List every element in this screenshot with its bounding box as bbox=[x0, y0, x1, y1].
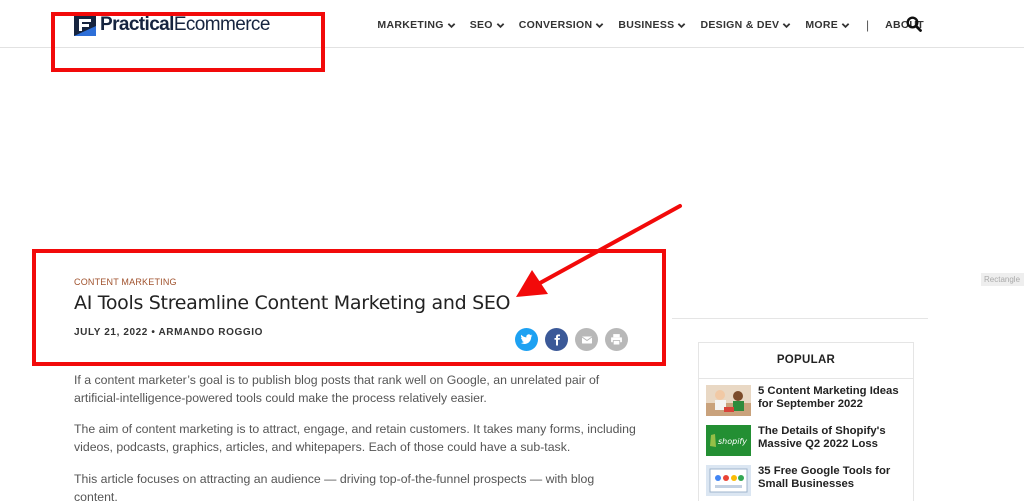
nav-marketing[interactable]: MARKETING bbox=[377, 19, 455, 31]
content-divider bbox=[672, 318, 928, 319]
sidebar-title: POPULAR bbox=[776, 354, 836, 366]
shopify-thumbnail-text: shopify bbox=[718, 437, 747, 446]
chevron-down-icon bbox=[783, 22, 791, 28]
thumbnail-image bbox=[706, 385, 751, 416]
search-icon[interactable] bbox=[906, 16, 922, 32]
main-nav: MARKETING SEO CONVERSION BUSINESS DESIGN… bbox=[377, 18, 924, 32]
chevron-down-icon bbox=[678, 22, 686, 28]
nav-design-dev[interactable]: DESIGN & DEV bbox=[700, 19, 791, 31]
nav-business[interactable]: BUSINESS bbox=[618, 19, 686, 31]
article-paragraph: If a content marketer’s goal is to publi… bbox=[74, 373, 600, 405]
article-paragraph: This article focuses on attracting an au… bbox=[74, 472, 595, 501]
chevron-down-icon bbox=[841, 22, 850, 28]
popular-item-title: 35 Free Google Tools for Small Businesse… bbox=[758, 465, 891, 490]
shopify-thumbnail-image: shopify bbox=[706, 425, 751, 456]
nav-seo[interactable]: SEO bbox=[470, 19, 505, 31]
annotation-box-title bbox=[32, 249, 666, 366]
popular-item[interactable]: 5 Content Marketing Ideas for September … bbox=[706, 385, 912, 419]
popular-item-title: 5 Content Marketing Ideas for September … bbox=[758, 385, 899, 410]
popular-item-title: The Details of Shopify's Massive Q2 2022… bbox=[758, 425, 886, 450]
sidebar-divider bbox=[699, 378, 913, 379]
chevron-down-icon bbox=[447, 22, 455, 28]
thumbnail-image bbox=[706, 465, 751, 496]
popular-sidebar: POPULAR 5 Content Marketing Ideas for Se… bbox=[698, 342, 914, 501]
popular-item[interactable]: shopify The Details of Shopify's Massive… bbox=[706, 425, 912, 459]
nav-conversion[interactable]: CONVERSION bbox=[519, 19, 605, 31]
ad-placeholder-tag: Rectangle bbox=[981, 273, 1024, 286]
annotation-box-logo bbox=[51, 12, 325, 72]
popular-item[interactable]: 35 Free Google Tools for Small Businesse… bbox=[706, 465, 912, 499]
chevron-down-icon bbox=[596, 22, 604, 28]
article-paragraph: The aim of content marketing is to attra… bbox=[74, 422, 636, 454]
nav-more[interactable]: MORE bbox=[805, 19, 850, 31]
nav-separator: | bbox=[866, 18, 870, 32]
chevron-down-icon bbox=[496, 22, 505, 28]
